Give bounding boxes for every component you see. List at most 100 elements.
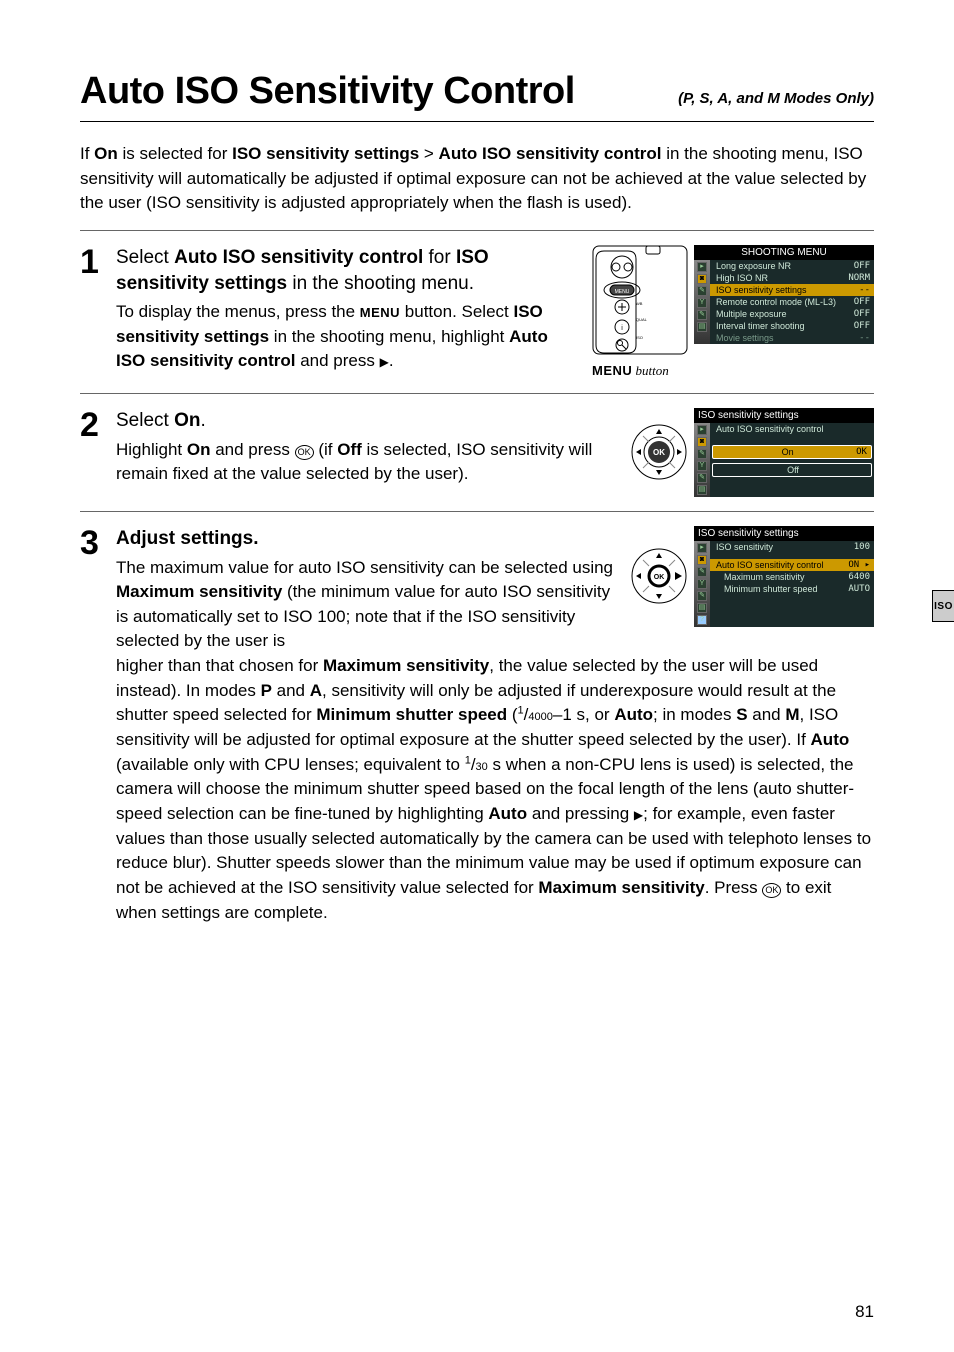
menu-item: Long exposure NROFF xyxy=(710,260,874,272)
label: Maximum sensitivity xyxy=(724,572,805,582)
text: Highlight xyxy=(116,440,187,459)
menu-subheading: Auto ISO sensitivity control xyxy=(710,423,874,435)
text-bold: Auto ISO sensitivity control xyxy=(174,247,423,268)
step-paragraph: The maximum value for auto ISO sensitivi… xyxy=(116,556,618,655)
menu-item: Minimum shutter speedAUTO xyxy=(710,583,874,595)
text: –1 s, or xyxy=(553,705,614,724)
menu-item: Movie settings-- xyxy=(710,332,874,344)
text: button. Select xyxy=(400,302,513,321)
retouch-tab-icon: ✎ xyxy=(697,310,707,320)
setup-tab-icon: Y xyxy=(697,298,707,308)
multi-selector-right-icon: OK xyxy=(630,547,688,605)
step-heading: Select On. xyxy=(116,408,618,434)
screenshot-tab-icons: ▸ ◙ ✎ Y ✎ ▤ xyxy=(694,423,710,497)
recent-tab-icon: ▤ xyxy=(697,322,707,332)
retouch-tab-icon: ✎ xyxy=(697,591,707,601)
menu-item-selected: Auto ISO sensitivity controlON ▸ xyxy=(710,559,874,571)
text: To display the menus, press the xyxy=(116,302,360,321)
svg-text:ISO: ISO xyxy=(636,335,643,340)
playback-tab-icon: ▸ xyxy=(697,425,707,435)
menu-item-selected: ISO sensitivity settings -- xyxy=(710,284,874,296)
text: ; in modes xyxy=(653,705,736,724)
camera-back-illustration: MENU i WB QUAL ISO xyxy=(592,245,688,355)
step-3: 3 Adjust settings. The maximum value for… xyxy=(80,526,874,925)
label: On xyxy=(782,447,794,457)
value: OFF xyxy=(854,321,870,331)
step3-figures: OK ISO sensitivity settings ▸ ◙ xyxy=(630,526,874,654)
recent-tab-icon: ▤ xyxy=(697,603,707,613)
page-title: Auto ISO Sensitivity Control xyxy=(80,70,575,113)
step-1: 1 Select Auto ISO sensitivity control fo… xyxy=(80,245,874,379)
svg-text:WB: WB xyxy=(636,301,643,306)
setup-tab-icon: Y xyxy=(697,579,707,589)
screenshot-tab-icons: ▸ ◙ ✎ Y ✎ ▤ xyxy=(694,260,710,344)
value: OFF xyxy=(854,309,870,319)
label: Multiple exposure xyxy=(716,309,787,319)
page-header: Auto ISO Sensitivity Control (P, S, A, a… xyxy=(80,70,874,113)
label: ISO sensitivity settings xyxy=(716,285,807,295)
right-triangle-icon: ▶ xyxy=(634,808,643,822)
right-triangle-icon: ▶ xyxy=(380,355,389,369)
step3-long-paragraph: higher than that chosen for Maximum sens… xyxy=(116,654,874,925)
fraction-den: 4000 xyxy=(528,711,552,723)
screenshot-title: ISO sensitivity settings xyxy=(694,526,874,541)
ok-mark: OK xyxy=(856,447,867,457)
text-bold: Maximum sensitivity xyxy=(323,656,489,675)
fraction-den: 30 xyxy=(476,761,488,773)
page-subtitle: (P, S, A, and M Modes Only) xyxy=(595,90,874,107)
text: button xyxy=(632,363,668,378)
menu-item: ISO sensitivity 100 xyxy=(710,541,874,553)
text-bold: On xyxy=(187,440,211,459)
label: ISO sensitivity xyxy=(716,542,773,552)
step-heading: Adjust settings. xyxy=(116,526,618,552)
text-bold: Maximum sensitivity xyxy=(538,878,704,897)
text: in the shooting menu, highlight xyxy=(269,327,509,346)
text-bold: Off xyxy=(337,440,362,459)
text-bold: Auto ISO sensitivity control xyxy=(439,144,662,163)
text: and press xyxy=(296,351,380,370)
shooting-tab-icon: ◙ xyxy=(697,437,707,447)
label: Interval timer shooting xyxy=(716,321,805,331)
mode-m: M xyxy=(785,705,799,724)
menu-item: Maximum sensitivity6400 xyxy=(710,571,874,583)
custom-tab-icon: ✎ xyxy=(697,286,707,296)
menu-item: Remote control mode (ML-L3)OFF xyxy=(710,296,874,308)
text: If xyxy=(80,144,94,163)
playback-tab-icon: ▸ xyxy=(697,543,707,553)
screenshot-tab-icons: ▸ ◙ ✎ Y ✎ ▤ ? xyxy=(694,541,710,627)
shooting-tab-icon: ◙ xyxy=(697,555,707,565)
divider xyxy=(80,121,874,122)
text-bold: On xyxy=(174,410,200,431)
label: Auto ISO sensitivity control xyxy=(716,424,824,434)
menu-button-caption: MENU button xyxy=(592,363,874,379)
mode-p: P xyxy=(261,681,272,700)
text: > xyxy=(419,144,438,163)
label: Auto ISO sensitivity control xyxy=(716,560,824,570)
intro-paragraph: If On is selected for ISO sensitivity se… xyxy=(80,142,874,216)
shooting-tab-icon: ◙ xyxy=(697,274,707,284)
fraction-num: 1 xyxy=(465,754,471,766)
svg-text:QUAL: QUAL xyxy=(636,317,648,322)
value: 100 xyxy=(854,542,870,552)
label: Long exposure NR xyxy=(716,261,791,271)
custom-tab-icon: ✎ xyxy=(697,449,707,459)
text: is selected for xyxy=(118,144,232,163)
text: for xyxy=(423,247,456,268)
text: . xyxy=(200,410,205,431)
svg-text:OK: OK xyxy=(654,574,665,581)
option: Off xyxy=(712,463,872,477)
custom-tab-icon: ✎ xyxy=(697,567,707,577)
mode-a: A xyxy=(310,681,322,700)
value: -- xyxy=(859,285,870,295)
step-2: 2 Select On. Highlight On and press OK (… xyxy=(80,408,874,497)
text: and xyxy=(748,705,786,724)
text-bold: ISO sensitivity settings xyxy=(232,144,419,163)
step-number: 2 xyxy=(80,408,102,497)
screenshot-menu-list: Long exposure NROFF High ISO NRNORM ISO … xyxy=(710,260,874,344)
text: The maximum value for auto ISO sensitivi… xyxy=(116,558,613,577)
iso-settings-screenshot: ISO sensitivity settings ▸ ◙ ✎ Y ✎ ▤ ? xyxy=(694,526,874,627)
help-tab-icon: ? xyxy=(697,615,707,625)
text: and xyxy=(272,681,310,700)
text: . xyxy=(389,351,394,370)
recent-tab-icon: ▤ xyxy=(697,485,707,495)
